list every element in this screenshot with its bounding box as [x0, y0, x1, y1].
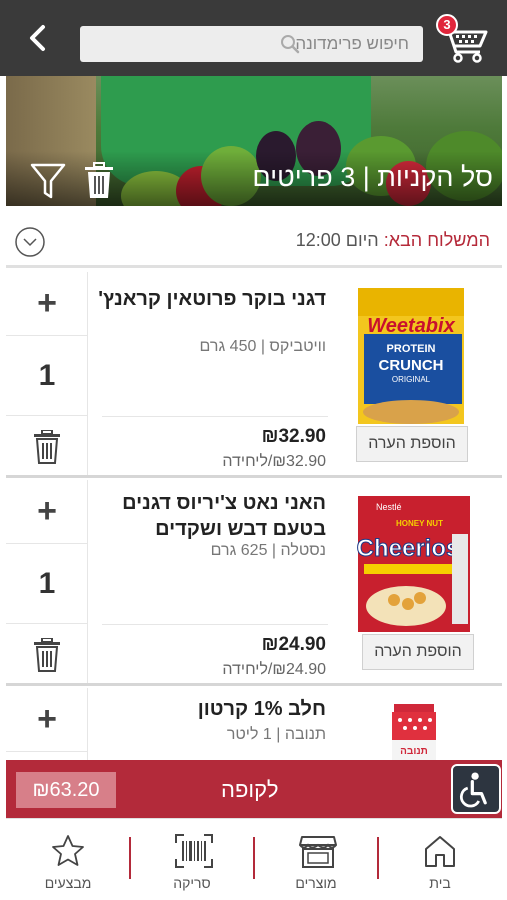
product-unit-price: ₪24.90/ליחידה — [222, 661, 326, 678]
nav-scan[interactable]: סריקה — [130, 819, 254, 900]
barcode-scan-icon — [175, 834, 213, 868]
nav-scan-label: סריקה — [173, 875, 211, 891]
next-delivery-text: המשלוח הבא: היום 12:00 — [296, 230, 490, 251]
search-placeholder: חיפוש פרימדונה — [295, 34, 409, 53]
product-image-brand: תנובה — [400, 746, 428, 757]
product-image-crunch: CRUNCH — [379, 357, 444, 374]
checkout-bar[interactable]: ₪63.20 לקופה — [6, 760, 502, 818]
next-delivery-label: המשלוח הבא: — [383, 230, 490, 250]
next-delivery-value: היום 12:00 — [295, 230, 379, 250]
add-note-button[interactable]: הוספת הערה — [356, 426, 468, 462]
nav-home-label: בית — [429, 875, 451, 891]
next-delivery-row[interactable]: המשלוח הבא: היום 12:00 — [6, 210, 502, 268]
product-brand-size: וויטביקס | 450 גרם — [199, 338, 326, 355]
remove-item-button[interactable] — [6, 416, 88, 478]
filter-icon[interactable] — [30, 162, 66, 200]
product-image-brand: Weetabix — [367, 315, 455, 337]
bottom-nav: מבצעים סריקה מוצרים בית — [6, 818, 502, 900]
product-unit-price: ₪32.90/ליחידה — [222, 453, 326, 470]
quantity-stepper: + 1 — [6, 480, 88, 683]
cart-total: ₪63.20 — [16, 772, 116, 808]
cart-item: + 1 דגני בוקר פרוטאין קראנץ' וויטביקס | … — [6, 272, 502, 478]
product-image-orig: ORIGINAL — [392, 375, 431, 384]
product-image[interactable]: Weetabix PROTEIN CRUNCH ORIGINAL — [356, 286, 466, 426]
increase-qty-button[interactable]: + — [6, 480, 88, 544]
home-icon — [425, 836, 455, 867]
product-brand-size: נסטלה | 625 גרם — [210, 542, 326, 559]
accessibility-icon[interactable] — [451, 764, 501, 814]
add-note-button[interactable]: הוספת הערה — [362, 634, 474, 670]
product-image-honey: HONEY NUT — [396, 519, 443, 528]
nav-home[interactable]: בית — [378, 819, 502, 900]
chevron-down-icon[interactable] — [14, 226, 46, 258]
item-quantity: 1 — [6, 336, 88, 416]
top-bar: חיפוש פרימדונה 3 — [0, 0, 507, 76]
product-image[interactable]: Nestlé HONEY NUT Cheerios — [356, 494, 472, 634]
item-quantity: 1 — [6, 544, 88, 624]
quantity-stepper: + — [6, 688, 88, 760]
nav-products[interactable]: מוצרים — [254, 819, 378, 900]
quantity-stepper: + 1 — [6, 272, 88, 475]
remove-item-button[interactable] — [6, 624, 88, 686]
star-icon — [52, 835, 84, 866]
product-image[interactable]: תנובה — [384, 702, 444, 760]
product-image-brand: Cheerios — [357, 535, 460, 562]
nav-deals[interactable]: מבצעים — [6, 819, 130, 900]
search-input[interactable]: חיפוש פרימדונה — [80, 26, 423, 62]
cart-item: + 1 האני נאט צ'יריוס דגנים בטעם דבש ושקד… — [6, 480, 502, 686]
product-image-sub: PROTEIN — [387, 343, 436, 355]
nav-deals-label: מבצעים — [44, 875, 92, 891]
cart-count-badge: 3 — [436, 14, 458, 36]
product-image-maker: Nestlé — [376, 502, 402, 512]
store-icon — [299, 836, 337, 868]
product-price: ₪24.90 — [261, 634, 326, 655]
clear-cart-trash-icon[interactable] — [82, 162, 116, 200]
trash-icon — [34, 429, 60, 464]
product-name[interactable]: חלב 1% קרטון — [96, 696, 326, 722]
product-name[interactable]: האני נאט צ'יריוס דגנים בטעם דבש ושקדים — [96, 490, 326, 542]
checkout-button[interactable]: לקופה — [221, 777, 279, 803]
increase-qty-button[interactable]: + — [6, 272, 88, 336]
increase-qty-button[interactable]: + — [6, 688, 88, 752]
cart-item: + חלב 1% קרטון תנובה | 1 ליטר תנובה — [6, 688, 502, 760]
product-brand-size: תנובה | 1 ליטר — [226, 726, 326, 743]
trash-icon — [34, 637, 60, 672]
product-name[interactable]: דגני בוקר פרוטאין קראנץ' — [96, 286, 326, 312]
product-price: ₪32.90 — [261, 426, 326, 447]
nav-products-label: מוצרים — [295, 875, 337, 891]
cart-title: סל הקניות | 3 פריטים — [252, 162, 493, 192]
back-arrow-icon[interactable] — [22, 22, 54, 54]
